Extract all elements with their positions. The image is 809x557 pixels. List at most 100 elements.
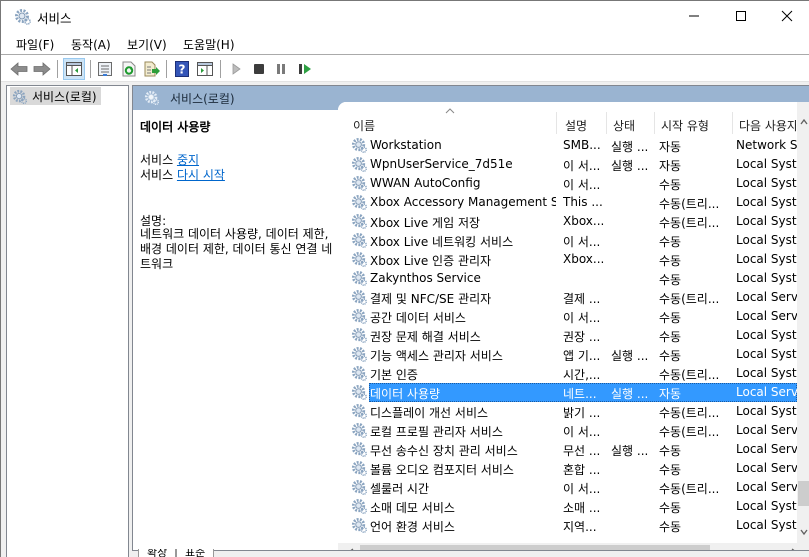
service-row[interactable]: Workstation SMB... 실행 ... 자동 Network S	[338, 136, 797, 155]
service-row[interactable]: 무선 송수신 장치 관리 서비스 무선 ... 실행 ... 수동 Local Serv	[338, 440, 797, 459]
column-header-log-on-as[interactable]: 다음 사용자로 로그온	[739, 117, 796, 134]
vertical-scroll-thumb[interactable]	[798, 481, 809, 506]
service-name-cell: Xbox Live 네트워킹 서비스	[370, 235, 514, 249]
forward-button[interactable]	[31, 58, 53, 80]
service-startup-type-cell: 수동(트리...	[659, 368, 720, 382]
tab-standard[interactable]: 표준	[176, 549, 215, 557]
service-log-on-as-cell: Local Serv	[736, 442, 797, 456]
service-log-on-as-cell: Local Syst	[736, 252, 797, 266]
menu-action[interactable]: 동작(A)	[71, 36, 111, 53]
back-button[interactable]	[8, 58, 30, 80]
show-hide-action-pane-button[interactable]	[194, 58, 216, 80]
gear-icon	[12, 89, 28, 104]
column-divider[interactable]	[556, 112, 557, 134]
maximize-icon	[736, 11, 746, 21]
column-header-startup-type[interactable]: 시작 유형	[661, 117, 733, 134]
stop-service-button[interactable]	[248, 58, 270, 80]
minimize-button[interactable]	[671, 1, 717, 31]
service-name-cell: Xbox Live 게임 저장	[370, 216, 481, 230]
service-log-on-as-cell: Local Syst	[736, 271, 797, 285]
vertical-scrollbar[interactable]	[797, 102, 809, 543]
menu-view[interactable]: 보기(V)	[127, 36, 167, 53]
service-description-cell: Xbox...	[563, 252, 605, 266]
service-name-cell: 소매 데모 서비스	[370, 501, 455, 515]
show-hide-console-tree-button[interactable]	[63, 58, 85, 80]
service-row[interactable]: 기능 액세스 관리자 서비스 앱 기... 실행 ... 수동 Local Syst	[338, 345, 797, 364]
service-row[interactable]: Zakynthos Service 수동 Local Syst	[338, 269, 797, 288]
start-service-button[interactable]	[226, 58, 248, 80]
action-pane-icon	[197, 62, 213, 76]
column-divider[interactable]	[732, 112, 733, 134]
toolbar-separator	[166, 60, 167, 78]
stop-service-link[interactable]: 중지	[177, 153, 199, 167]
service-row[interactable]: 공간 데이터 서비스 이 서... 수동 Local Serv	[338, 307, 797, 326]
service-startup-type-cell: 수동(트리...	[659, 292, 720, 306]
service-description-cell: 이 서...	[563, 178, 601, 192]
service-log-on-as-cell: Local Syst	[736, 176, 797, 190]
menu-help[interactable]: 도움말(H)	[183, 36, 235, 53]
service-status-cell: 실행 ...	[611, 140, 649, 154]
service-row[interactable]: WWAN AutoConfig 이 서... 수동 Local Syst	[338, 174, 797, 193]
service-description-cell: This ...	[563, 195, 603, 209]
service-row[interactable]: 로컬 프로필 관리자 서비스 이 서... 수동(트리... Local Serv	[338, 421, 797, 440]
column-header-status[interactable]: 상태	[613, 117, 657, 134]
service-row[interactable]: 결제 및 NFC/SE 관리자 결제 ... 수동(트리... Local Serv	[338, 288, 797, 307]
refresh-icon	[122, 61, 136, 77]
properties-icon	[98, 62, 112, 76]
service-row[interactable]: 셀룰러 시간 이 서... 수동(트리... Local Serv	[338, 478, 797, 497]
service-description-cell: 이 서...	[563, 482, 601, 496]
service-description-cell: 지역...	[563, 520, 597, 534]
service-description-cell: 네트...	[563, 387, 597, 401]
service-gear-icon	[351, 270, 368, 287]
service-gear-icon	[351, 498, 368, 515]
service-gear-icon	[351, 175, 368, 192]
column-header-description[interactable]: 설명	[565, 117, 609, 134]
service-row[interactable]: 기본 인증 시간,... 수동(트리... Local Syst	[338, 364, 797, 383]
service-row[interactable]: 볼륨 오디오 컴포지터 서비스 혼합 ... 수동 Local Serv	[338, 459, 797, 478]
refresh-button[interactable]	[118, 58, 140, 80]
service-row[interactable]: Xbox Live 게임 저장 Xbox... 수동(트리... Local Syst	[338, 212, 797, 231]
service-row[interactable]: 디스플레이 개선 서비스 밝기 ... 수동(트리... Local Syst	[338, 402, 797, 421]
view-tabs: 확장 표준	[132, 549, 809, 557]
service-log-on-as-cell: Local Serv	[736, 385, 797, 399]
service-status-cell: 실행 ...	[611, 159, 649, 173]
scroll-up-icon[interactable]	[799, 117, 809, 127]
export-list-button[interactable]	[141, 58, 163, 80]
column-header-name[interactable]: 이름	[353, 117, 553, 134]
pause-service-button[interactable]	[270, 58, 292, 80]
service-row[interactable]: Xbox Live 네트워킹 서비스 이 서... 수동 Local Syst	[338, 231, 797, 250]
service-log-on-as-cell: Local Serv	[736, 423, 797, 437]
maximize-button[interactable]	[718, 1, 764, 31]
restart-service-link[interactable]: 다시 시작	[177, 168, 225, 182]
service-startup-type-cell: 수동	[659, 444, 682, 458]
service-startup-type-cell: 수동	[659, 520, 682, 534]
scroll-down-icon[interactable]	[799, 527, 809, 537]
service-row[interactable]: 소매 데모 서비스 소매 ... 수동 Local Syst	[338, 497, 797, 516]
service-row[interactable]: Xbox Live 인증 관리자 Xbox... 수동 Local Syst	[338, 250, 797, 269]
restart-service-button[interactable]	[294, 58, 316, 80]
properties-button[interactable]	[94, 58, 116, 80]
toolbar-separator	[90, 60, 91, 78]
service-description-cell: 시간,...	[563, 368, 601, 382]
column-divider[interactable]	[654, 112, 655, 134]
service-gear-icon	[351, 422, 368, 439]
service-row[interactable]: Xbox Accessory Management Se... This ... 수…	[338, 193, 797, 212]
service-log-on-as-cell: Local Serv	[736, 480, 797, 494]
close-icon	[781, 10, 793, 22]
service-row-selected[interactable]: 데이터 사용량 네트... 실행 ... 자동 Local Serv	[338, 383, 797, 402]
services-window: 서비스 파일(F) 동작(A) 보기(V) 도움말(H) ? 서비스(로컬) 서…	[0, 0, 809, 557]
column-divider[interactable]	[606, 112, 607, 134]
service-description-cell: 혼합 ...	[563, 463, 601, 477]
service-row[interactable]: 언어 환경 서비스 지역... 수동 Local Syst	[338, 516, 797, 535]
service-row[interactable]: 권장 문제 해결 서비스 권장 ... 수동 Local Syst	[338, 326, 797, 345]
service-startup-type-cell: 수동	[659, 273, 682, 287]
tree-item-services-local[interactable]: 서비스(로컬)	[10, 87, 101, 105]
service-row[interactable]: WpnUserService_7d51e 이 서... 실행 ... 자동 Local …	[338, 155, 797, 174]
help-button[interactable]: ?	[171, 58, 193, 80]
close-button[interactable]	[764, 1, 809, 31]
menu-file[interactable]: 파일(F)	[16, 36, 54, 53]
service-name-cell: 디스플레이 개선 서비스	[370, 406, 489, 420]
minimize-icon	[689, 15, 699, 17]
service-startup-type-cell: 수동	[659, 501, 682, 515]
tab-extended[interactable]: 확장	[138, 549, 177, 557]
